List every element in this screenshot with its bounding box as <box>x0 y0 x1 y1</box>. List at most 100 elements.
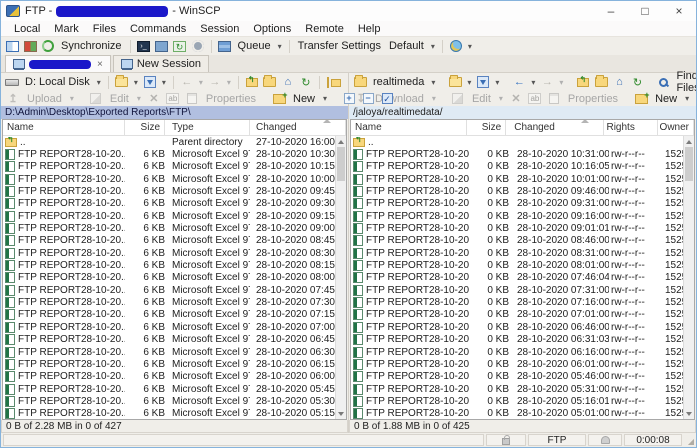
parent-directory-row[interactable]: .. Parent directory 27-10-2020 16:00:00 <box>3 136 335 148</box>
queue-button[interactable]: Queue <box>235 40 274 52</box>
column-name[interactable]: Name <box>3 120 125 135</box>
scroll-down-icon[interactable] <box>336 408 346 419</box>
compare-directories-icon[interactable] <box>22 39 38 54</box>
upload-icon[interactable]: ↥ <box>5 91 21 106</box>
root-directory-icon[interactable] <box>262 75 278 90</box>
filter-icon[interactable] <box>475 75 491 90</box>
session-icon[interactable] <box>154 39 170 54</box>
parent-directory-row[interactable]: .. <box>351 136 683 148</box>
file-row[interactable]: FTP REPORT28-10-20... 6 KB Microsoft Exc… <box>3 395 335 407</box>
menu-item[interactable]: Options <box>246 21 298 36</box>
file-row[interactable]: FTP REPORT28-10-20... 0 KB 28-10-2020 07… <box>351 296 683 308</box>
properties-button[interactable]: Properties <box>203 93 259 105</box>
file-row[interactable]: FTP REPORT28-10-20... 6 KB Microsoft Exc… <box>3 358 335 370</box>
explorer-caret[interactable]: ▾ <box>466 42 474 51</box>
file-row[interactable]: FTP REPORT28-10-20... 6 KB Microsoft Exc… <box>3 259 335 271</box>
download-caret[interactable]: ▾ <box>430 94 438 103</box>
queue-dropdown-caret[interactable]: ▾ <box>276 42 284 51</box>
properties-button[interactable]: Properties <box>565 93 621 105</box>
local-scrollbar[interactable] <box>335 136 346 419</box>
forward-caret[interactable]: ▾ <box>557 78 565 87</box>
synchronize-icon[interactable] <box>40 39 56 54</box>
file-row[interactable]: FTP REPORT28-10-20... 6 KB Microsoft Exc… <box>3 284 335 296</box>
file-row[interactable]: FTP REPORT28-10-20... 0 KB 28-10-2020 05… <box>351 395 683 407</box>
file-row[interactable]: FTP REPORT28-10-20... 0 KB 28-10-2020 09… <box>351 222 683 234</box>
open-directory-caret[interactable]: ▾ <box>132 78 140 87</box>
file-row[interactable]: FTP REPORT28-10-20... 0 KB 28-10-2020 05… <box>351 408 683 419</box>
new-caret[interactable]: ▾ <box>321 94 329 103</box>
remote-scrollbar[interactable] <box>683 136 694 419</box>
drive-selector[interactable]: D: Local Disk <box>22 76 93 88</box>
column-changed[interactable]: Changed <box>250 120 346 135</box>
preferences-gear-icon[interactable] <box>190 39 206 54</box>
menu-item[interactable]: Commands <box>123 21 193 36</box>
delete-icon[interactable]: ✕ <box>146 91 162 106</box>
rename-icon[interactable]: ab <box>165 91 181 106</box>
parent-directory-icon[interactable] <box>575 75 591 90</box>
new-caret[interactable]: ▾ <box>683 94 691 103</box>
close-button[interactable]: × <box>662 1 696 21</box>
maximize-button[interactable]: □ <box>628 1 662 21</box>
file-row[interactable]: FTP REPORT28-10-20... 0 KB 28-10-2020 07… <box>351 309 683 321</box>
transfer-settings-caret[interactable]: ▾ <box>429 42 437 51</box>
edit-button[interactable]: Edit <box>107 93 132 105</box>
file-row[interactable]: FTP REPORT28-10-20... 6 KB Microsoft Exc… <box>3 296 335 308</box>
file-row[interactable]: FTP REPORT28-10-20... 0 KB 28-10-2020 07… <box>351 272 683 284</box>
properties-icon[interactable] <box>184 91 200 106</box>
back-caret[interactable]: ▾ <box>197 78 205 87</box>
refresh-icon[interactable]: ↻ <box>298 75 314 90</box>
back-icon[interactable]: ← <box>179 75 195 90</box>
queue-icon[interactable] <box>217 39 233 54</box>
file-row[interactable]: FTP REPORT28-10-20... 6 KB Microsoft Exc… <box>3 334 335 346</box>
file-row[interactable]: FTP REPORT28-10-20... 0 KB 28-10-2020 06… <box>351 321 683 333</box>
forward-caret[interactable]: ▾ <box>225 78 233 87</box>
home-directory-icon[interactable]: ⌂ <box>611 75 627 90</box>
menu-item[interactable]: Help <box>351 21 388 36</box>
local-path-bar[interactable]: D:\Admin\Desktop\Exported Reports\FTP\ <box>1 106 348 119</box>
edit-icon[interactable] <box>450 91 466 106</box>
rename-icon[interactable]: ab <box>527 91 543 106</box>
file-row[interactable]: FTP REPORT28-10-20... 6 KB Microsoft Exc… <box>3 371 335 383</box>
upload-caret[interactable]: ▾ <box>68 94 76 103</box>
new-button[interactable]: New <box>652 93 680 105</box>
file-row[interactable]: FTP REPORT28-10-20... 0 KB 28-10-2020 09… <box>351 185 683 197</box>
file-row[interactable]: FTP REPORT28-10-20... 6 KB Microsoft Exc… <box>3 321 335 333</box>
file-row[interactable]: FTP REPORT28-10-20... 0 KB 28-10-2020 10… <box>351 161 683 173</box>
transfer-settings-label[interactable]: Transfer Settings <box>295 40 384 52</box>
file-row[interactable]: FTP REPORT28-10-20... 0 KB 28-10-2020 06… <box>351 358 683 370</box>
new-button[interactable]: New <box>290 93 318 105</box>
delete-icon[interactable]: ✕ <box>508 91 524 106</box>
scroll-up-icon[interactable] <box>336 136 346 147</box>
new-icon[interactable] <box>633 91 649 106</box>
file-row[interactable]: FTP REPORT28-10-20... 0 KB 28-10-2020 10… <box>351 148 683 160</box>
file-row[interactable]: FTP REPORT28-10-20... 0 KB 28-10-2020 05… <box>351 383 683 395</box>
file-row[interactable]: FTP REPORT28-10-20... 0 KB 28-10-2020 08… <box>351 235 683 247</box>
back-caret[interactable]: ▾ <box>529 78 537 87</box>
file-row[interactable]: FTP REPORT28-10-20... 0 KB 28-10-2020 08… <box>351 259 683 271</box>
menu-item[interactable]: Mark <box>47 21 85 36</box>
minimize-button[interactable]: – <box>594 1 628 21</box>
scroll-down-icon[interactable] <box>684 408 694 419</box>
file-row[interactable]: FTP REPORT28-10-20... 0 KB 28-10-2020 05… <box>351 371 683 383</box>
file-row[interactable]: FTP REPORT28-10-20... 6 KB Microsoft Exc… <box>3 148 335 160</box>
file-row[interactable]: FTP REPORT28-10-20... 6 KB Microsoft Exc… <box>3 408 335 419</box>
open-directory-caret[interactable]: ▾ <box>465 78 473 87</box>
home-directory-icon[interactable]: ⌂ <box>280 75 296 90</box>
refresh-session-icon[interactable]: ↻ <box>172 39 188 54</box>
download-button[interactable]: Download <box>372 93 427 105</box>
forward-icon[interactable]: → <box>539 75 555 90</box>
column-owner[interactable]: Owner <box>658 120 694 135</box>
column-name[interactable]: Name <box>351 120 467 135</box>
file-row[interactable]: FTP REPORT28-10-20... 6 KB Microsoft Exc… <box>3 161 335 173</box>
menu-item[interactable]: Files <box>86 21 123 36</box>
file-row[interactable]: FTP REPORT28-10-20... 6 KB Microsoft Exc… <box>3 383 335 395</box>
file-row[interactable]: FTP REPORT28-10-20... 6 KB Microsoft Exc… <box>3 173 335 185</box>
session-tab-active[interactable]: × <box>5 55 111 72</box>
file-row[interactable]: FTP REPORT28-10-20... 6 KB Microsoft Exc… <box>3 272 335 284</box>
refresh-icon[interactable]: ↻ <box>629 75 645 90</box>
explorer-globe-icon[interactable] <box>448 39 464 54</box>
find-files-icon[interactable] <box>655 75 671 90</box>
file-row[interactable]: FTP REPORT28-10-20... 6 KB Microsoft Exc… <box>3 222 335 234</box>
column-size[interactable]: Size <box>125 120 165 135</box>
file-row[interactable]: FTP REPORT28-10-20... 6 KB Microsoft Exc… <box>3 235 335 247</box>
